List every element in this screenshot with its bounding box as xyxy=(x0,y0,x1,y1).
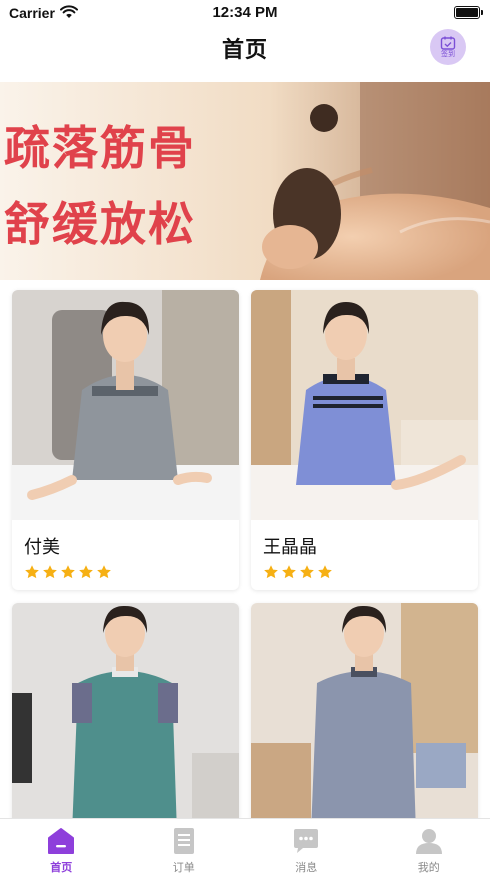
staff-name: 王晶晶 xyxy=(263,537,317,557)
order-list-icon xyxy=(173,828,194,854)
staff-card[interactable]: 付美 xyxy=(12,290,239,590)
staff-card[interactable] xyxy=(251,603,478,833)
staff-card[interactable] xyxy=(12,603,239,833)
staff-photo xyxy=(12,290,239,520)
star-icon xyxy=(79,565,93,579)
profile-icon xyxy=(415,829,442,854)
clock-time: 12:34 PM xyxy=(212,4,278,21)
staff-photo xyxy=(12,603,239,833)
navigation-bar: 首页 签到 xyxy=(0,26,490,70)
staff-rating xyxy=(24,564,112,580)
star-icon xyxy=(97,565,111,579)
battery-icon xyxy=(454,6,483,19)
tab-messages[interactable]: 消息 xyxy=(245,819,368,877)
staff-photo xyxy=(251,290,478,520)
tab-messages-label: 消息 xyxy=(295,862,318,874)
signin-label: 签到 xyxy=(441,50,455,58)
tab-orders[interactable]: 订单 xyxy=(123,819,246,877)
calendar-check-icon xyxy=(440,36,456,50)
staff-card[interactable]: 王晶晶 xyxy=(251,290,478,590)
page-title: 首页 xyxy=(221,37,268,62)
tab-bar: 首页 订单 消息 我的 xyxy=(0,818,490,877)
star-icon xyxy=(43,565,57,579)
star-icon xyxy=(25,565,39,579)
tab-profile-label: 我的 xyxy=(417,862,440,874)
message-icon xyxy=(294,829,319,853)
star-icon xyxy=(61,565,75,579)
staff-photo xyxy=(251,603,478,833)
signin-button[interactable]: 签到 xyxy=(430,29,466,65)
tab-home-label: 首页 xyxy=(50,862,73,874)
promo-banner[interactable]: 疏落筋骨 舒缓放松 xyxy=(0,82,490,280)
star-icon xyxy=(264,565,278,579)
banner-headline-2: 舒缓放松 xyxy=(4,197,196,251)
home-icon xyxy=(48,828,75,854)
banner-headline-1: 疏落筋骨 xyxy=(4,121,196,175)
tab-home[interactable]: 首页 xyxy=(0,819,123,877)
tab-profile[interactable]: 我的 xyxy=(368,819,490,877)
staff-rating xyxy=(263,564,333,580)
tab-orders-label: 订单 xyxy=(172,862,195,874)
staff-name: 付美 xyxy=(24,537,60,557)
star-icon xyxy=(300,565,314,579)
status-bar: Carrier 12:34 PM xyxy=(0,0,490,26)
star-icon xyxy=(282,565,296,579)
star-icon xyxy=(318,565,332,579)
